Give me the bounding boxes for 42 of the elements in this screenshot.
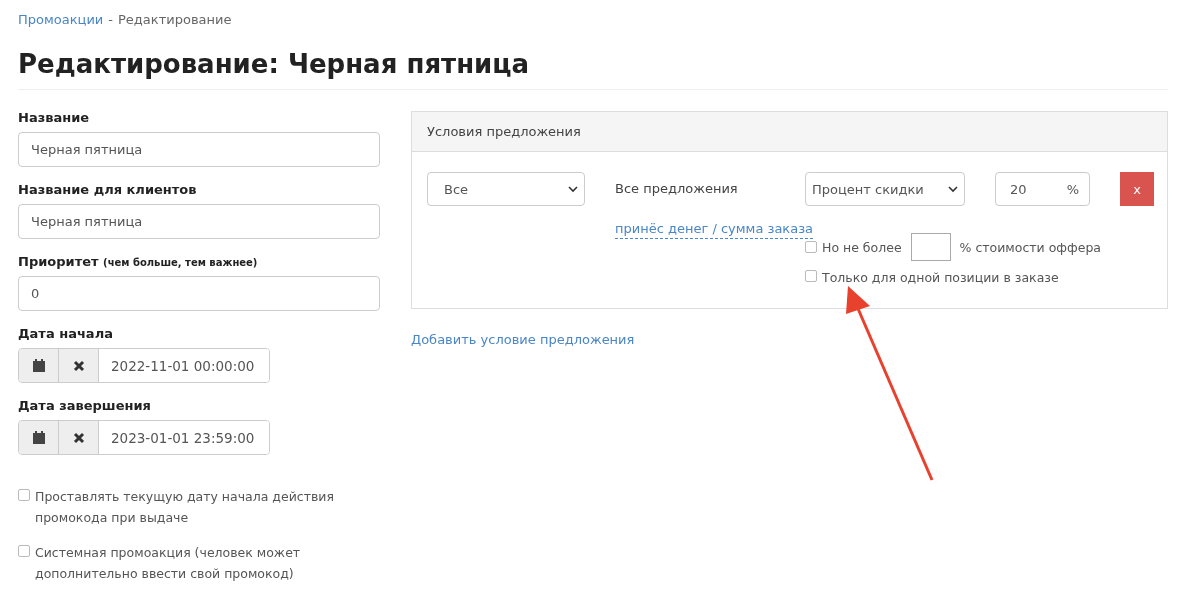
- scope-select[interactable]: Все: [427, 172, 585, 206]
- checkbox[interactable]: [18, 489, 30, 501]
- checkbox[interactable]: [805, 270, 817, 282]
- calendar-icon: [31, 430, 46, 445]
- checkbox-label: Только для одной позиции в заказе: [822, 269, 1059, 287]
- calendar-icon: [31, 358, 46, 373]
- breadcrumb-current: Редактирование: [118, 12, 232, 27]
- text-field[interactable]: Черная пятница: [18, 132, 380, 167]
- add-condition-link[interactable]: Добавить условие предложения: [411, 332, 635, 347]
- checkbox-label: Проставлять текущую дату начала действия промокода при выдаче: [35, 488, 335, 527]
- clear-button[interactable]: [59, 349, 99, 382]
- breadcrumb-separator: -: [108, 12, 113, 27]
- text-field[interactable]: Черная пятница: [18, 204, 380, 239]
- close-icon: [72, 431, 85, 444]
- breadcrumb-link[interactable]: Промоакции: [18, 12, 104, 27]
- checkbox-label: Системная промоакция (человек может дополнительно ввести свой промокод): [35, 544, 302, 583]
- field-label: Дата завершения: [18, 398, 152, 413]
- calendar-button[interactable]: [19, 421, 59, 454]
- text-field[interactable]: 0: [18, 276, 380, 311]
- percent-field[interactable]: [910, 233, 951, 261]
- clear-button[interactable]: [59, 421, 99, 454]
- date-field[interactable]: 2023-01-01 23:59:00: [18, 420, 270, 455]
- chevron-down-icon: [568, 185, 578, 193]
- close-icon: [72, 359, 85, 372]
- remove-button[interactable]: x: [1120, 172, 1154, 206]
- page-title: Редактирование: Черная пятница: [18, 49, 1168, 90]
- amount-field[interactable]: 20 %: [995, 172, 1090, 206]
- checkbox-label: Но не более: [822, 238, 902, 257]
- scope-text: Все предложения: [615, 180, 739, 198]
- field-suffix: % стоимости оффера: [959, 238, 1101, 257]
- condition-type-link[interactable]: принёс денег / сумма заказа: [615, 220, 814, 239]
- calendar-button[interactable]: [19, 349, 59, 382]
- checkbox[interactable]: [805, 241, 817, 253]
- discount-select[interactable]: Процент скидки: [805, 172, 965, 206]
- field-label: Название для клиентов: [18, 182, 198, 197]
- date-field[interactable]: 2022-11-01 00:00:00: [18, 348, 270, 383]
- panel-title: Условия предложения: [412, 112, 1167, 152]
- field-label: Название: [18, 110, 91, 125]
- checkbox[interactable]: [18, 545, 30, 557]
- field-label: Приоритет (чем больше, тем важнее): [18, 254, 259, 269]
- field-label: Дата начала: [18, 326, 114, 341]
- chevron-down-icon: [948, 185, 958, 193]
